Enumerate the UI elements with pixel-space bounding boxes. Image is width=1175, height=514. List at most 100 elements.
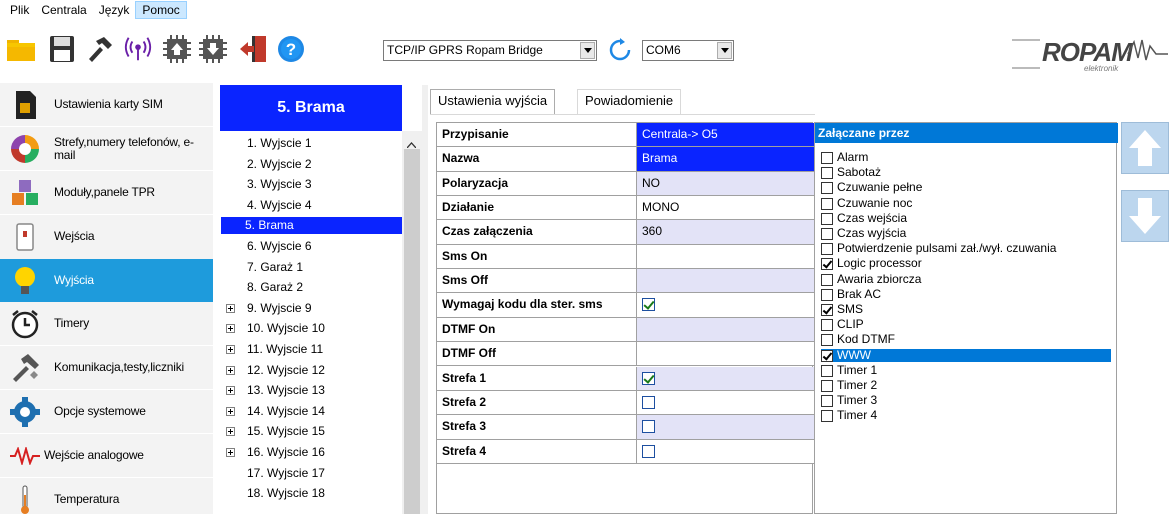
connection-select[interactable]: TCP/IP GPRS Ropam Bridge	[383, 40, 597, 61]
list-item[interactable]: 18. Wyjscie 18	[221, 485, 403, 502]
list-item[interactable]: 7. Garaż 1	[221, 259, 403, 276]
sidebar-item-timers[interactable]: Timery	[0, 302, 213, 345]
property-value[interactable]	[637, 390, 814, 415]
sidebar-item-sim[interactable]: Ustawienia karty SIM	[0, 83, 213, 126]
property-value[interactable]	[637, 439, 814, 463]
checkbox[interactable]	[821, 228, 833, 240]
checkbox-checked[interactable]	[821, 304, 833, 316]
list-item[interactable]: 8. Garaż 2	[221, 279, 403, 296]
expand-icon[interactable]	[226, 324, 235, 334]
property-value[interactable]	[637, 293, 814, 317]
expand-icon[interactable]	[226, 448, 235, 457]
property-value[interactable]: MONO	[637, 196, 814, 220]
expand-icon[interactable]	[226, 345, 235, 354]
move-up-button[interactable]	[1121, 122, 1169, 174]
refresh-button[interactable]	[605, 36, 635, 64]
menu-plik[interactable]: Plik	[4, 1, 35, 19]
list-item[interactable]: 16. Wyjscie 16	[221, 444, 403, 461]
property-value[interactable]	[637, 342, 814, 366]
help-button[interactable]: ?	[276, 32, 306, 66]
checkbox[interactable]	[821, 212, 833, 225]
trigger-item[interactable]: Sabotaż	[821, 166, 1111, 180]
property-value[interactable]	[637, 415, 814, 439]
list-item[interactable]: 10. Wyjscie 10	[221, 320, 403, 337]
checkbox[interactable]	[821, 334, 833, 347]
list-item[interactable]: 2. Wyjscie 2	[221, 156, 403, 173]
list-item[interactable]: 6. Wyjscie 6	[221, 238, 403, 255]
trigger-item[interactable]: Awaria zbiorcza	[821, 272, 1111, 287]
trigger-item[interactable]: CLIP	[821, 318, 1111, 332]
checkbox[interactable]	[642, 444, 655, 458]
checkbox[interactable]	[821, 380, 833, 392]
expand-icon[interactable]	[226, 365, 235, 375]
tab-notification[interactable]: Powiadomienie	[577, 89, 682, 115]
checkbox[interactable]	[821, 273, 833, 286]
trigger-item[interactable]: Czuwanie noc	[821, 196, 1111, 211]
list-item[interactable]: 11. Wyjscie 11	[221, 341, 403, 358]
sidebar-item-analog-input[interactable]: Wejście analogowe	[0, 434, 213, 477]
trigger-item[interactable]: SMS	[821, 303, 1111, 317]
trigger-item[interactable]: Brak AC	[821, 287, 1111, 302]
panel-splitter[interactable]	[422, 85, 428, 514]
trigger-item[interactable]: Timer 4	[821, 409, 1111, 423]
list-item[interactable]: 3. Wyjscie 3	[221, 176, 403, 193]
trigger-item[interactable]: Czas wyjścia	[821, 227, 1111, 241]
list-item[interactable]: 12. Wyjscie 12	[221, 362, 403, 379]
list-item[interactable]: 17. Wyjscie 17	[221, 465, 403, 482]
checkbox[interactable]	[821, 395, 833, 408]
checkbox[interactable]	[821, 319, 833, 332]
checkbox[interactable]	[821, 182, 833, 195]
property-value[interactable]: Centrala-> O5	[637, 123, 814, 147]
sidebar-item-modules[interactable]: Moduły,panele TPR	[0, 171, 213, 214]
expand-icon[interactable]	[226, 406, 235, 416]
expand-icon[interactable]	[226, 303, 235, 313]
property-value[interactable]	[637, 244, 814, 269]
list-item[interactable]: 4. Wyjscie 4	[221, 197, 403, 214]
checkbox-checked[interactable]	[642, 371, 655, 385]
checkbox[interactable]	[821, 243, 833, 256]
menu-pomoc[interactable]: Pomoc	[135, 1, 187, 19]
build-button[interactable]	[85, 32, 115, 66]
trigger-item[interactable]: Alarm	[821, 151, 1111, 165]
list-item[interactable]: 5. Brama	[221, 217, 403, 235]
list-item[interactable]: 1. Wyjscie 1	[221, 135, 403, 152]
list-item[interactable]: 13. Wyjscie 13	[221, 382, 403, 399]
trigger-item[interactable]: Timer 3	[821, 394, 1111, 408]
trigger-item[interactable]: Czas wejścia	[821, 211, 1111, 226]
trigger-item[interactable]: Timer 2	[821, 379, 1111, 393]
scrollbar-thumb[interactable]	[404, 149, 420, 514]
checkbox-checked[interactable]	[821, 349, 833, 362]
sidebar-item-temperature[interactable]: Temperatura	[0, 478, 213, 514]
list-item[interactable]: 14. Wyjscie 14	[221, 403, 403, 420]
checkbox[interactable]	[821, 197, 833, 210]
trigger-item[interactable]: Potwierdzenie pulsami zał./wył. czuwania	[821, 242, 1111, 256]
connect-button[interactable]	[123, 32, 153, 66]
checkbox[interactable]	[821, 167, 833, 180]
checkbox[interactable]	[821, 364, 833, 377]
expand-icon[interactable]	[226, 427, 235, 437]
checkbox[interactable]	[821, 410, 833, 423]
read-button[interactable]	[162, 32, 192, 66]
checkbox-checked[interactable]	[642, 298, 655, 312]
port-select[interactable]: COM6	[642, 40, 734, 61]
menu-centrala[interactable]: Centrala	[35, 1, 92, 19]
menu-jezyk[interactable]: Język	[93, 1, 136, 19]
save-button[interactable]	[47, 32, 77, 66]
outputs-scrollbar[interactable]	[402, 131, 422, 514]
trigger-item[interactable]: WWW	[821, 348, 1111, 363]
list-item[interactable]: 15. Wyjscie 15	[221, 423, 403, 440]
trigger-item[interactable]: Logic processor	[821, 257, 1111, 271]
property-value[interactable]: 360	[637, 220, 814, 244]
property-value[interactable]	[637, 317, 814, 342]
checkbox[interactable]	[821, 152, 833, 164]
expand-icon[interactable]	[226, 386, 235, 396]
checkbox-checked[interactable]	[821, 258, 833, 271]
property-value[interactable]: NO	[637, 171, 814, 196]
property-value[interactable]	[637, 366, 814, 390]
move-down-button[interactable]	[1121, 190, 1169, 242]
checkbox[interactable]	[642, 420, 655, 434]
write-button[interactable]	[198, 32, 228, 66]
sidebar-item-system-options[interactable]: Opcje systemowe	[0, 390, 213, 433]
open-button[interactable]	[6, 32, 36, 66]
trigger-item[interactable]: Timer 1	[821, 363, 1111, 378]
